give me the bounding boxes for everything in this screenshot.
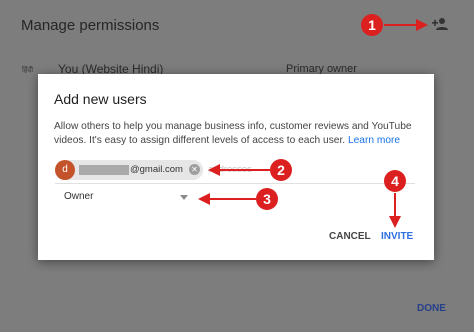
- annotation-arrows: [198, 19, 428, 228]
- annotation-badge-3: 3: [256, 188, 278, 210]
- annotation-badge-1: 1: [361, 14, 383, 36]
- annotation-badge-2: 2: [270, 159, 292, 181]
- annotation-badge-4: 4: [384, 170, 406, 192]
